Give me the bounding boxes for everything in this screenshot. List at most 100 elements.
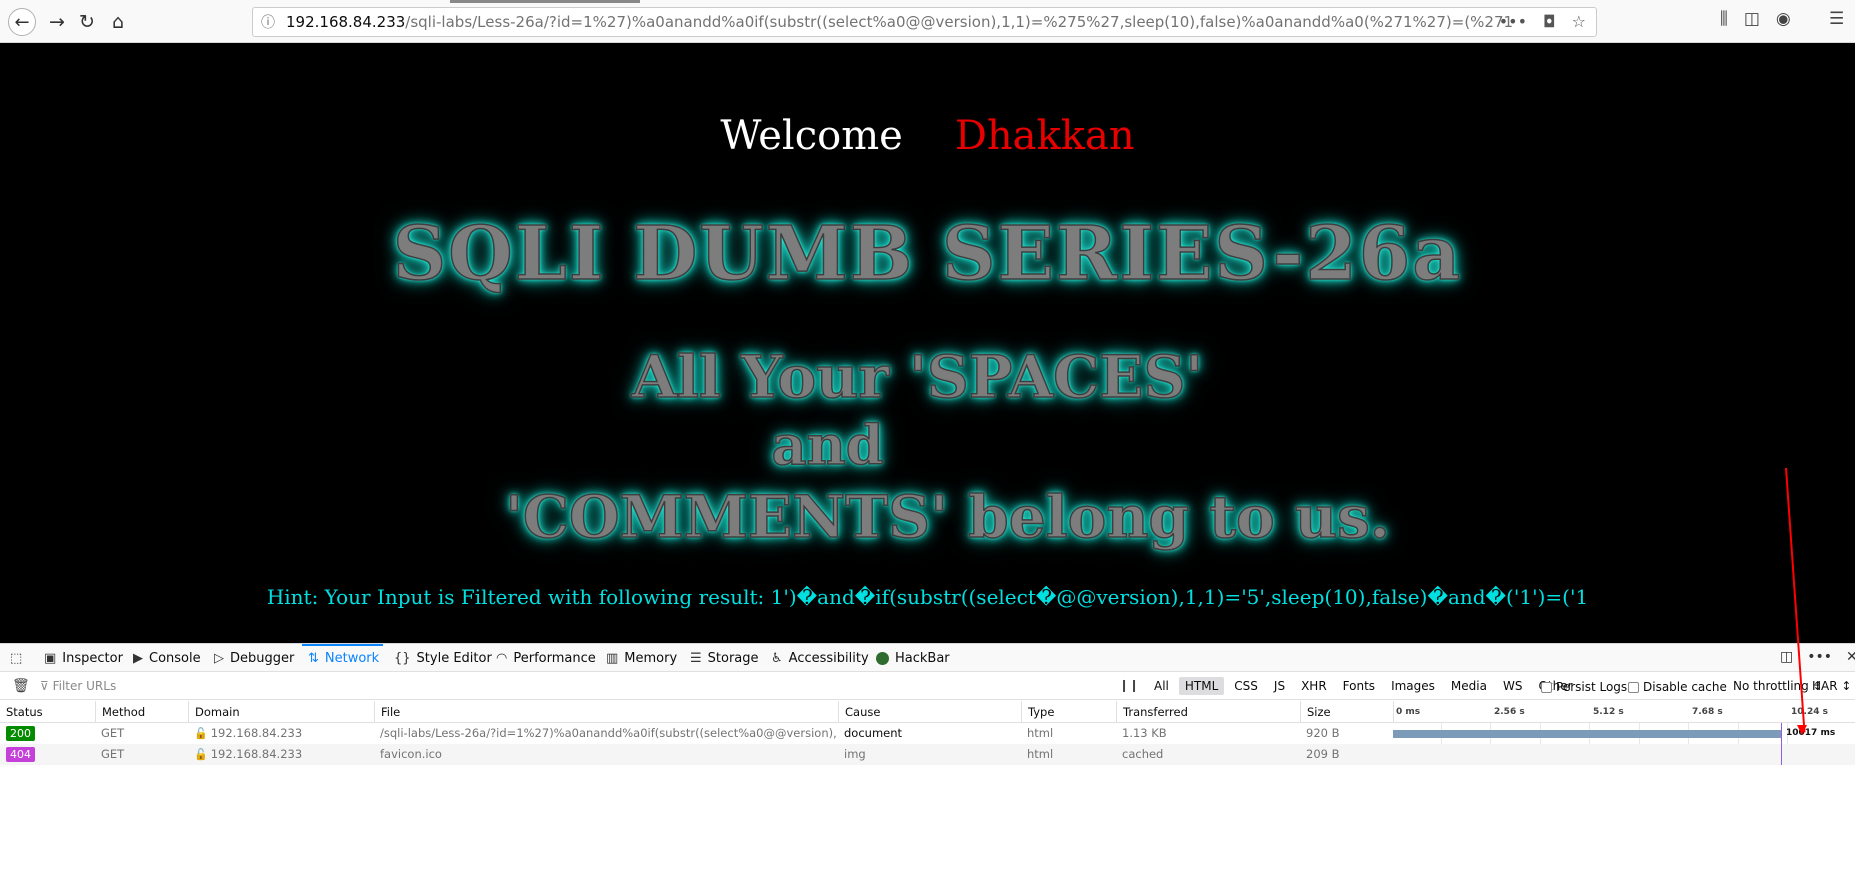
table-row[interactable]: 404 GET 🔓 192.168.84.233 favicon.ico img … xyxy=(0,744,1855,765)
hackbar-icon xyxy=(876,651,889,665)
col-cause[interactable]: Cause xyxy=(838,701,1021,723)
filter-js[interactable]: JS xyxy=(1268,677,1291,695)
page-content: Welcome Dhakkan SQLI DUMB SERIES-26a All … xyxy=(0,43,1855,643)
domain-cell: 🔓 192.168.84.233 xyxy=(188,744,374,765)
tab-label: HackBar xyxy=(895,650,950,666)
tick-label: 7.68 s xyxy=(1692,707,1723,717)
clear-requests-icon[interactable]: 🗑 xyxy=(12,678,30,694)
filter-css[interactable]: CSS xyxy=(1228,677,1264,695)
filter-images[interactable]: Images xyxy=(1385,677,1441,695)
throttling-value: No throttling xyxy=(1733,679,1809,693)
back-button[interactable]: ← xyxy=(8,8,36,36)
reload-button[interactable]: ↻ xyxy=(74,9,100,35)
performance-icon: ◠ xyxy=(496,650,508,666)
filter-placeholder: Filter URLs xyxy=(52,679,117,693)
url-host: 192.168.84.233 xyxy=(286,13,406,31)
filter-html[interactable]: HTML xyxy=(1178,677,1225,695)
persist-logs-checkbox[interactable]: Persist Logs xyxy=(1541,680,1627,694)
col-method[interactable]: Method xyxy=(95,701,188,723)
col-file[interactable]: File xyxy=(374,701,838,723)
tab-storage[interactable]: ☰ Storage xyxy=(690,644,759,672)
network-icon: ⇅ xyxy=(308,650,319,666)
filter-ws[interactable]: WS xyxy=(1497,677,1528,695)
har-menu[interactable]: HAR ↕ xyxy=(1812,679,1851,693)
tab-memory[interactable]: ▥ Memory xyxy=(606,644,677,672)
dock-side-icon[interactable]: ◫ xyxy=(1780,649,1793,665)
type-cell: html xyxy=(1027,726,1054,740)
url-bar[interactable]: ⓘ 192.168.84.233/sqli-labs/Less-26a/?id=… xyxy=(252,7,1597,37)
tab-hackbar[interactable]: HackBar xyxy=(876,644,950,672)
table-row[interactable]: 200 GET 🔓 192.168.84.233 /sqli-labs/Less-… xyxy=(0,723,1855,744)
series-title: SQLI DUMB SERIES-26a xyxy=(392,210,1463,298)
tick-label: 2.56 s xyxy=(1494,707,1525,717)
tab-style-editor[interactable]: {} Style Editor xyxy=(394,644,492,672)
tab-accessibility[interactable]: ♿ Accessibility xyxy=(771,644,869,672)
storage-icon: ☰ xyxy=(690,650,702,666)
cause-cell: document xyxy=(844,726,903,740)
filter-xhr[interactable]: XHR xyxy=(1295,677,1333,695)
har-label: HAR xyxy=(1812,679,1838,693)
col-status[interactable]: Status xyxy=(0,701,95,723)
tab-label: Performance xyxy=(513,650,596,666)
devtools-options-icon[interactable]: ••• xyxy=(1807,649,1832,665)
size-cell: 920 B xyxy=(1306,726,1340,740)
status-badge: 404 xyxy=(6,747,35,762)
domain-text: 192.168.84.233 xyxy=(210,747,303,761)
tab-performance[interactable]: ◠ Performance xyxy=(496,644,596,672)
tab-label: Memory xyxy=(624,650,678,666)
tick-label: 0 ms xyxy=(1396,707,1421,717)
spaces-line: All Your 'SPACES' xyxy=(631,342,1204,412)
filter-urls-input[interactable]: ⊽ Filter URLs xyxy=(40,679,116,693)
pause-icon[interactable]: ❙❙ xyxy=(1119,678,1139,692)
filter-media[interactable]: Media xyxy=(1445,677,1493,695)
insecure-lock-icon: 🔓 xyxy=(194,748,208,761)
reload-icon: ↻ xyxy=(79,11,95,33)
transferred-cell: 1.13 KB xyxy=(1122,726,1167,740)
filter-all[interactable]: All xyxy=(1148,677,1175,695)
close-icon[interactable]: ✕ xyxy=(1846,649,1855,665)
insecure-lock-icon: 🔓 xyxy=(194,727,208,740)
tab-network[interactable]: ⇅ Network xyxy=(301,644,384,672)
bookmark-star-icon[interactable]: ☆ xyxy=(1572,8,1586,36)
tick-label: 5.12 s xyxy=(1593,707,1624,717)
col-type[interactable]: Type xyxy=(1021,701,1116,723)
site-info-icon[interactable]: ⓘ xyxy=(261,9,277,31)
library-icon[interactable]: ⫼ xyxy=(1720,9,1728,29)
sidebar-icon[interactable]: ◫ xyxy=(1744,9,1760,29)
style-editor-icon: {} xyxy=(394,650,411,666)
disable-cache-checkbox[interactable]: Disable cache xyxy=(1628,680,1727,694)
status-badge: 200 xyxy=(6,726,35,741)
col-size[interactable]: Size xyxy=(1300,701,1393,723)
page-actions-icon[interactable]: ••• xyxy=(1499,8,1527,36)
dom-load-marker xyxy=(1781,723,1782,765)
filter-fonts[interactable]: Fonts xyxy=(1337,677,1381,695)
throttling-select[interactable]: No throttling ↕ xyxy=(1733,679,1823,693)
domain-text: 192.168.84.233 xyxy=(210,726,303,740)
menu-icon[interactable]: ☰ xyxy=(1829,9,1844,29)
url-path: /sqli-labs/Less-26a/?id=1%27)%a0anandd%a… xyxy=(405,13,1514,31)
file-cell: favicon.ico xyxy=(380,747,442,761)
account-icon[interactable]: ◉ xyxy=(1776,9,1791,29)
console-icon: ▶ xyxy=(133,650,143,666)
method-cell: GET xyxy=(101,726,125,740)
tab-console[interactable]: ▶ Console xyxy=(133,644,201,672)
checkbox-label: Persist Logs xyxy=(1556,680,1628,694)
forward-button[interactable]: → xyxy=(44,9,70,35)
col-domain[interactable]: Domain xyxy=(188,701,374,723)
filter-icon: ⊽ xyxy=(40,679,53,693)
waterfall-bar xyxy=(1393,730,1782,738)
welcome-text: Welcome xyxy=(720,113,903,159)
and-line: and xyxy=(771,412,885,478)
home-button[interactable]: ⌂ xyxy=(105,9,131,35)
element-picker-button[interactable]: ⬚ xyxy=(10,644,22,672)
home-icon: ⌂ xyxy=(111,11,125,33)
tab-inspector[interactable]: ▣ Inspector xyxy=(44,644,123,672)
tab-debugger[interactable]: ▷ Debugger xyxy=(214,644,294,672)
waterfall-time: 10017 ms xyxy=(1786,728,1836,738)
checkbox-label: Disable cache xyxy=(1643,680,1727,694)
devtools-tabbar: ⬚ ▣ Inspector ▶ Console ▷ Debugger ⇅ Network… xyxy=(0,644,1855,672)
filter-hint: Hint: Your Input is Filtered with follow… xyxy=(266,585,1589,609)
col-transferred[interactable]: Transferred xyxy=(1116,701,1300,723)
method-cell: GET xyxy=(101,747,125,761)
pocket-icon[interactable]: ◘ xyxy=(1543,8,1556,36)
